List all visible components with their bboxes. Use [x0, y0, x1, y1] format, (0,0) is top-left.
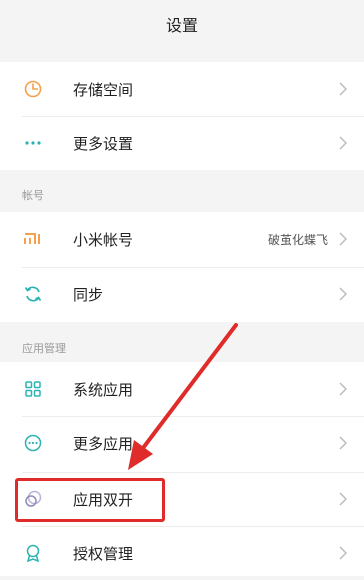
annotation-arrow [128, 323, 238, 470]
